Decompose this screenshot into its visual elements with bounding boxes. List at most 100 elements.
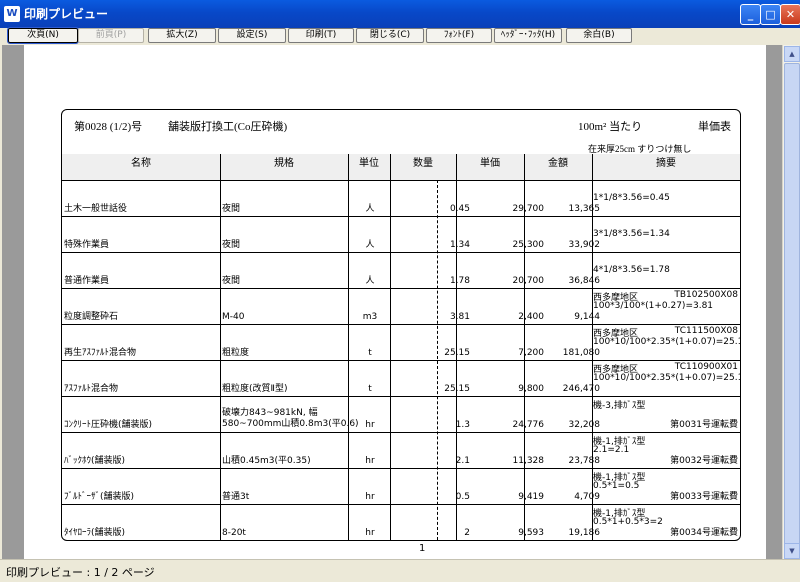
font-button[interactable]: ﾌｫﾝﾄ(F) (426, 28, 492, 43)
row-name: 特殊作業員 (64, 240, 110, 250)
next-page-button[interactable]: 次頁(N) (7, 27, 79, 44)
row-qty: 1.3 (455, 420, 470, 430)
row-name: ﾀｲﾔﾛｰﾗ(舗装版) (64, 528, 126, 538)
row-amount: 4,709 (574, 492, 600, 502)
scroll-down-button[interactable]: ▼ (784, 543, 800, 559)
row-price: 24,776 (512, 420, 545, 430)
row-name: 再生ｱｽﾌｧﾙﾄ混合物 (64, 348, 137, 358)
unit-price-table: 第0028 (1/2)号 舗装版打換工(Co圧砕機) 100m² 当たり 単価表… (61, 109, 741, 541)
row-spec: 粗粒度 (222, 348, 250, 358)
row-memo-formula: 2.1=2.1 (593, 445, 630, 455)
maximize-icon: □ (765, 8, 776, 21)
scroll-up-button[interactable]: ▲ (784, 46, 800, 62)
row-price: 25,300 (512, 240, 545, 250)
col-memo: 摘要 (656, 158, 676, 169)
row-qty: 0.5 (455, 492, 470, 502)
paper-page: 第0028 (1/2)号 舗装版打換工(Co圧砕機) 100m² 当たり 単価表… (24, 45, 766, 559)
maximize-button[interactable]: □ (760, 4, 781, 25)
row-qty: 1.34 (449, 240, 470, 250)
row-memo-ref: 第0034号運転費 (670, 528, 738, 538)
close-button[interactable]: 閉じる(C) (356, 28, 424, 43)
table-row: 粒度調整砕石 M-40 m3 3.81 2,400 9,144 西多摩地区 TB… (62, 289, 740, 325)
table-row: ﾀｲﾔﾛｰﾗ(舗装版) 8-20t hr 2 9,593 19,186 機-1,… (62, 505, 740, 540)
chevron-down-icon: ▼ (789, 547, 795, 555)
table-row: ﾊﾞｯｸﾎｳ(舗装版) 山積0.45m3(平0.35) hr 2.1 11,32… (62, 433, 740, 469)
row-spec: M-40 (222, 312, 245, 322)
row-name: 土木一般世話役 (64, 204, 128, 214)
zoom-button[interactable]: 拡大(Z) (148, 28, 216, 43)
row-spec: 夜間 (222, 240, 241, 250)
row-spec: 8-20t (222, 528, 246, 538)
row-memo-formula: 100*3/100*(1+0.27)=3.81 (593, 301, 714, 311)
doc-title: 舗装版打換工(Co圧砕機) (168, 121, 288, 133)
row-amount: 246,470 (562, 384, 600, 394)
prev-page-button[interactable]: 前頁(P) (78, 28, 144, 43)
window-title: 印刷プレビュー (24, 7, 109, 21)
row-qty: 1.78 (449, 276, 470, 286)
row-unit: hr (365, 456, 375, 466)
page-number: 1 (419, 543, 426, 554)
row-price: 20,700 (512, 276, 545, 286)
row-qty: 3.81 (449, 312, 470, 322)
table-row: ﾌﾞﾙﾄﾞｰｻﾞ(舗装版) 普通3t hr 0.5 9,419 4,709 機-… (62, 469, 740, 505)
preview-viewport[interactable]: 第0028 (1/2)号 舗装版打換工(Co圧砕機) 100m² 当たり 単価表… (2, 45, 782, 559)
row-memo: 4*1/8*3.56=1.78 (593, 265, 670, 275)
row-amount: 181,080 (562, 348, 600, 358)
row-qty: 2 (464, 528, 470, 538)
row-memo-ref: 第0031号運転費 (670, 420, 738, 430)
print-button[interactable]: 印刷(T) (288, 28, 354, 43)
row-amount: 36,846 (568, 276, 601, 286)
minimize-button[interactable]: _ (740, 4, 761, 25)
row-memo-ref: 第0032号運転費 (670, 456, 738, 466)
close-window-button[interactable]: ✕ (780, 4, 800, 25)
row-name: ﾊﾞｯｸﾎｳ(舗装版) (64, 456, 126, 466)
app-icon: W (4, 6, 20, 22)
table-row: 土木一般世話役 夜間 人 0.45 29,700 13,365 1*1/8*3.… (62, 181, 740, 217)
header-footer-button[interactable]: ﾍｯﾀﾞｰ･ﾌｯﾀ(H) (494, 28, 562, 43)
table-row: 再生ｱｽﾌｧﾙﾄ混合物 粗粒度 t 25.15 7,200 181,080 西多… (62, 325, 740, 361)
status-bar: 印刷プレビュー : 1 / 2 ページ (0, 559, 800, 582)
margin-button[interactable]: 余白(B) (566, 28, 632, 43)
row-name: 普通作業員 (64, 276, 110, 286)
col-unit: 単位 (359, 158, 379, 169)
column-header-row: 名称 規格 単位 数量 単価 金額 摘要 (62, 154, 740, 181)
row-memo-formula: 0.5*1+0.5*3=2 (593, 517, 663, 527)
toolbar: 次頁(N) 前頁(P) 拡大(Z) 設定(S) 印刷(T) 閉じる(C) ﾌｫﾝ… (0, 27, 800, 44)
row-name: ｱｽﾌｧﾙﾄ混合物 (64, 384, 119, 394)
row-memo-machine: 機-3,排ｶﾞｽ型 (593, 401, 646, 411)
col-name: 名称 (131, 158, 151, 169)
table-row: ｺﾝｸﾘｰﾄ圧砕機(舗装版) 破壊力843~981kN, 幅 580~700mm… (62, 397, 740, 433)
row-unit: 人 (365, 240, 375, 250)
row-name: ｺﾝｸﾘｰﾄ圧砕機(舗装版) (64, 420, 153, 430)
row-memo-code: TC111500X08 (674, 326, 738, 336)
minimize-icon: _ (747, 8, 754, 21)
settings-button[interactable]: 設定(S) (218, 28, 286, 43)
row-memo-formula: 100*10/100*2.35*(1+0.07)=25.15 (593, 373, 741, 383)
row-unit: t (368, 348, 372, 358)
row-amount: 13,365 (568, 204, 601, 214)
row-amount: 33,902 (568, 240, 601, 250)
row-price: 9,800 (518, 384, 544, 394)
row-amount: 9,144 (574, 312, 600, 322)
table-row: 普通作業員 夜間 人 1.78 20,700 36,846 4*1/8*3.56… (62, 253, 740, 289)
row-memo-formula: 100*10/100*2.35*(1+0.07)=25.15 (593, 337, 741, 347)
row-memo: 3*1/8*3.56=1.34 (593, 229, 670, 239)
status-text: 印刷プレビュー : 1 / 2 ページ (6, 566, 155, 579)
chevron-up-icon: ▲ (789, 50, 795, 58)
title-bar: W 印刷プレビュー _ □ ✕ (0, 0, 800, 28)
row-spec: 山積0.45m3(平0.35) (222, 456, 311, 466)
row-qty: 2.1 (455, 456, 470, 466)
row-qty: 0.45 (449, 204, 470, 214)
row-unit: hr (365, 492, 375, 502)
row-spec: 夜間 (222, 276, 241, 286)
row-unit: 人 (365, 276, 375, 286)
table-row: ｱｽﾌｧﾙﾄ混合物 粗粒度(改質Ⅱ型) t 25.15 9,800 246,47… (62, 361, 740, 397)
row-unit: hr (365, 420, 375, 430)
row-amount: 19,186 (568, 528, 601, 538)
scroll-thumb[interactable] (784, 63, 800, 545)
vertical-scrollbar[interactable]: ▲ ▼ (782, 45, 800, 559)
row-memo: 1*1/8*3.56=0.45 (593, 193, 670, 203)
close-icon: ✕ (785, 8, 796, 21)
row-memo-code: TC110900X01 (674, 362, 738, 372)
col-spec: 規格 (274, 158, 294, 169)
